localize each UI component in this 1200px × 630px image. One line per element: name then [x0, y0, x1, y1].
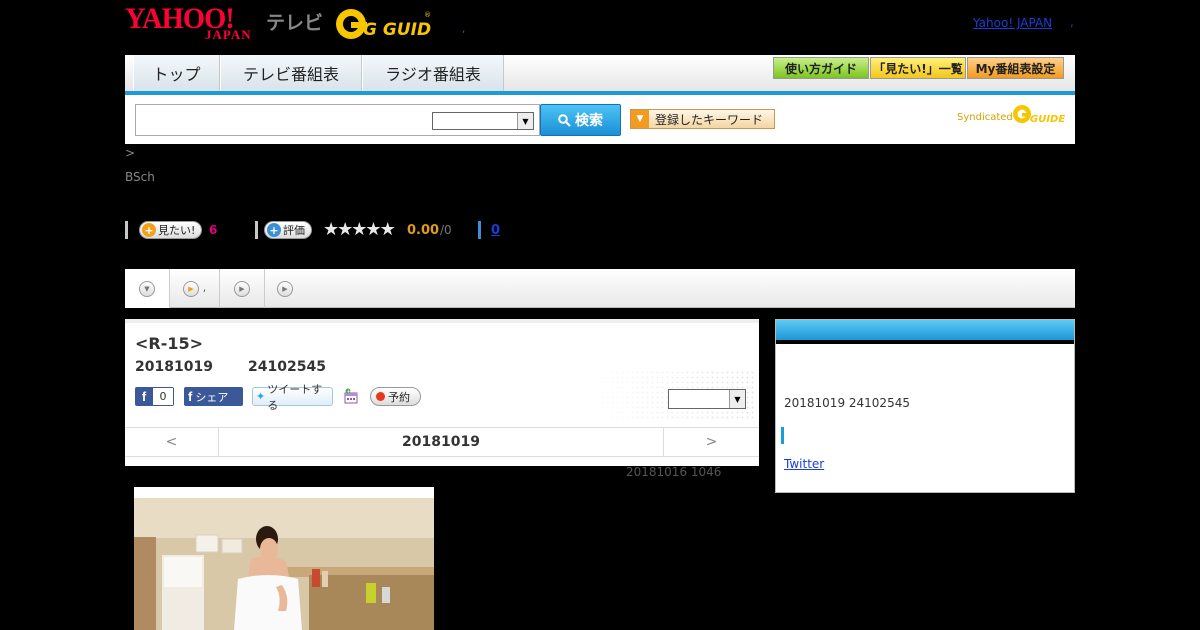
chevron-down-icon: ▼ — [729, 390, 745, 408]
side-program-datetime: 20181019 24102545 — [784, 396, 910, 410]
search-button[interactable]: 検索 — [540, 104, 621, 136]
search-category-select[interactable]: ▼ — [432, 112, 534, 130]
chevron-down-icon: ▼ — [139, 280, 155, 297]
program-title: <R-15> — [135, 334, 204, 353]
record-icon — [376, 392, 385, 401]
registered-keywords-label: 登録したキーワード — [655, 112, 764, 127]
program-image — [134, 487, 434, 630]
tv-logo-text: テレビ — [266, 12, 324, 34]
nav-tab-tv-schedule[interactable]: テレビ番組表 — [220, 55, 362, 91]
nav-tab-radio-schedule[interactable]: ラジオ番組表 — [362, 55, 504, 91]
facebook-icon: f — [188, 389, 193, 404]
tab-item-2[interactable]: ▶ — [220, 269, 265, 308]
side-section-marker — [781, 427, 784, 444]
play-icon: ▶ — [182, 280, 199, 297]
hyouka-button[interactable]: + 評価 — [264, 221, 312, 239]
svg-text:+: + — [347, 389, 351, 395]
tab-item-1-label: , — [202, 283, 207, 294]
gguide-small-logo: GUIDE — [1013, 105, 1065, 125]
yahoo-logo-text: YAHOO! — [125, 2, 235, 35]
tab-program-detail[interactable]: ▼ — [125, 269, 170, 308]
updated-timestamp: 20181016 1046 — [626, 465, 722, 479]
mitai-button[interactable]: + 見たい! — [139, 221, 203, 239]
link-separator: , — [1070, 15, 1074, 29]
next-date-button[interactable]: > — [663, 428, 759, 456]
yahoo-japan-logo[interactable]: YAHOO! JAPAN — [125, 2, 252, 42]
reserve-button[interactable]: 予約 — [370, 387, 421, 406]
date-navigation: < 20181019 > — [125, 427, 759, 457]
mitai-list-button[interactable]: 「見たい!」一覧 — [870, 57, 966, 79]
program-photo-illustration — [134, 487, 434, 630]
registered-keywords-button[interactable]: ▼ 登録したキーワード — [630, 109, 775, 129]
program-action-select[interactable]: ▼ — [668, 389, 746, 409]
tweet-button[interactable]: ✦ ツイートする — [252, 383, 333, 412]
svg-text:®: ® — [424, 11, 431, 19]
svg-text:GUIDE: GUIDE — [1030, 114, 1065, 125]
facebook-icon: f — [141, 389, 147, 404]
facebook-share-label: シェア — [195, 390, 229, 404]
usage-guide-button[interactable]: 使い方ガイド — [773, 57, 869, 79]
program-date: 20181019 — [135, 359, 213, 375]
review-count-link[interactable]: 0 — [491, 223, 500, 238]
divider — [255, 221, 258, 239]
my-schedule-settings-button[interactable]: My番組表設定 — [967, 57, 1064, 79]
star-icon: ★ — [365, 219, 381, 240]
star-icon: ★ — [337, 219, 353, 240]
channel-label: BSch — [125, 170, 155, 184]
facebook-like-button[interactable]: f 0 — [135, 387, 174, 406]
plus-icon: + — [267, 223, 281, 237]
calendar-add-icon[interactable]: + — [343, 388, 359, 404]
mitai-count: 6 — [209, 223, 218, 237]
star-rating: ★★★★★ — [323, 219, 396, 240]
tweet-label: ツイートする — [267, 382, 323, 412]
twitter-bird-icon: ✦ — [256, 390, 266, 403]
prev-date-button[interactable]: < — [125, 428, 219, 456]
search-button-label: 検索 — [575, 113, 603, 129]
star-icon: ★ — [379, 219, 396, 240]
twitter-link[interactable]: Twitter — [784, 457, 824, 471]
dropdown-arrow-icon: ▼ — [631, 110, 649, 128]
facebook-like-count: 0 — [153, 388, 173, 405]
search-icon — [558, 113, 571, 127]
mitai-label: 見たい! — [158, 224, 196, 237]
rating-value: 0.00 — [407, 223, 440, 238]
reserve-label: 予約 — [388, 390, 410, 404]
content-tabs: ▼ ▶ , ▶ ▶ — [125, 269, 1075, 308]
play-icon: ▶ — [277, 280, 293, 297]
yahoo-japan-link[interactable]: Yahoo! JAPAN — [973, 16, 1052, 30]
tab-item-3[interactable]: ▶ — [265, 269, 305, 308]
current-date: 20181019 — [402, 434, 480, 450]
gguide-logo[interactable]: G GUIDE ® — [335, 7, 431, 41]
gguide-logo-text: G GUIDE — [363, 20, 431, 40]
divider — [478, 221, 481, 239]
rating-count: /0 — [440, 223, 452, 237]
chevron-down-icon: ▼ — [517, 113, 533, 129]
global-nav: トップ テレビ番組表 ラジオ番組表 使い方ガイド 「見たい!」一覧 My番組表設… — [125, 55, 1075, 95]
hyouka-label: 評価 — [283, 224, 305, 237]
play-icon: ▶ — [234, 280, 250, 297]
logo-separator: , — [462, 24, 466, 35]
nav-tab-top[interactable]: トップ — [133, 55, 220, 91]
divider — [125, 221, 128, 239]
tab-item-1[interactable]: ▶ , — [170, 269, 220, 308]
facebook-share-button[interactable]: f シェア — [184, 387, 243, 406]
program-time: 24102545 — [248, 359, 326, 375]
plus-icon: + — [142, 223, 156, 237]
star-icon: ★ — [351, 219, 367, 240]
side-panel-header — [776, 320, 1074, 344]
star-icon: ★ — [323, 219, 339, 240]
breadcrumb[interactable]: > — [125, 146, 135, 160]
syndicated-label: Syndicated — [957, 112, 1013, 123]
